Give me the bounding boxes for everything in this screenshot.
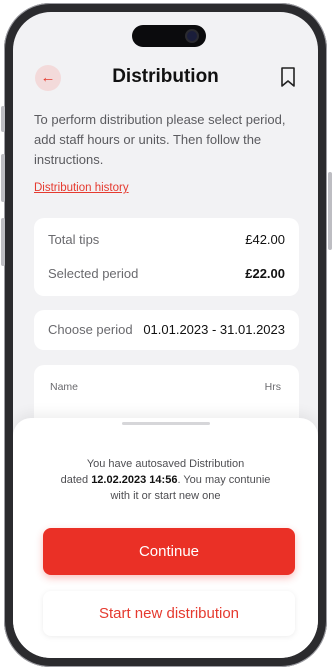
autosave-message-dated: dated (60, 474, 92, 486)
phone-power-button (328, 172, 332, 250)
total-tips-value: £42.00 (245, 232, 285, 247)
total-tips-row: Total tips £42.00 (48, 232, 285, 247)
selected-period-label: Selected period (48, 266, 139, 281)
selected-period-row: Selected period £22.00 (48, 266, 285, 281)
total-tips-label: Total tips (48, 232, 100, 247)
distribution-history-link[interactable]: Distribution history (34, 182, 129, 194)
phone-volume-down (1, 218, 5, 266)
phone-frame: ← Distribution To perform distribution p… (4, 3, 327, 667)
page-title: Distribution (112, 66, 219, 87)
bookmark-icon[interactable] (280, 67, 296, 87)
header: ← Distribution (13, 62, 318, 98)
choose-period-value: 01.01.2023 - 31.01.2023 (143, 322, 285, 337)
choose-period-label: Choose period (48, 322, 133, 337)
intro-text: To perform distribution please select pe… (34, 112, 286, 167)
autosave-message-line1: You have autosaved Distribution (86, 458, 245, 470)
autosave-bottom-sheet: You have autosaved Distribution dated 12… (13, 418, 318, 658)
column-hrs-header: Hrs (264, 381, 281, 393)
autosave-message: You have autosaved Distribution dated 12… (53, 456, 278, 504)
camera-icon (187, 31, 197, 41)
choose-period-field[interactable]: Choose period 01.01.2023 - 31.01.2023 (34, 310, 299, 350)
start-new-distribution-button[interactable]: Start new distribution (43, 591, 295, 636)
continue-button[interactable]: Continue (43, 528, 295, 575)
phone-volume-up (1, 154, 5, 202)
sheet-drag-handle[interactable] (122, 422, 210, 425)
screen: ← Distribution To perform distribution p… (13, 12, 318, 658)
totals-card: Total tips £42.00 Selected period £22.00 (34, 218, 299, 296)
dynamic-island (132, 25, 206, 47)
phone-silent-switch (1, 106, 5, 132)
column-name-header: Name (50, 381, 79, 393)
selected-period-value: £22.00 (245, 266, 285, 281)
autosave-date: 12.02.2023 14:56 (91, 474, 178, 486)
